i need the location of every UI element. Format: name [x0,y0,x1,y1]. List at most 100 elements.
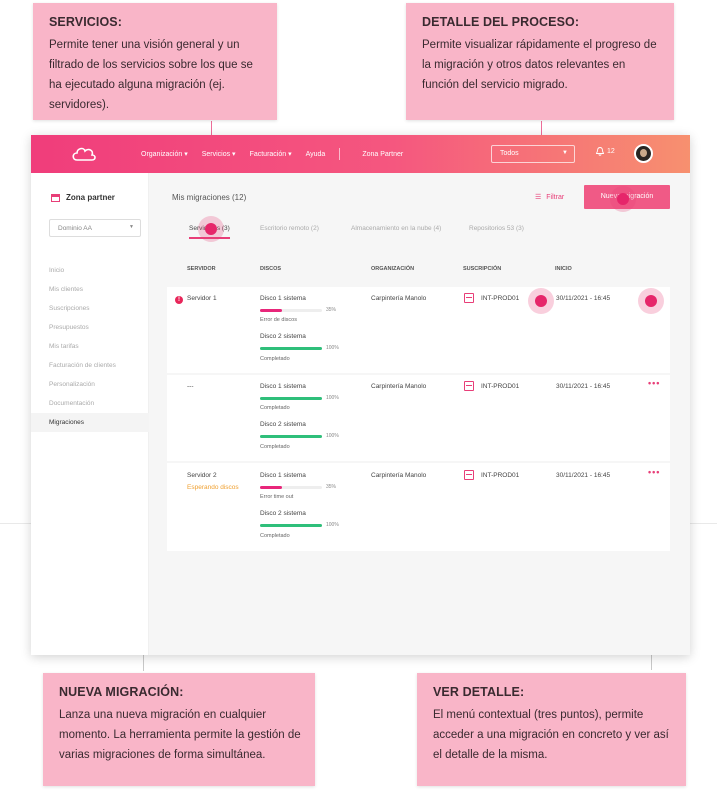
avatar[interactable] [634,144,653,163]
disk-state: Completado [260,356,290,362]
disk-name: Disco 2 sistema [260,510,306,517]
disk-state: Completado [260,405,290,411]
sidebar-title: Zona partner [51,193,115,202]
disk-progress-fill [260,486,282,489]
more-options-icon[interactable]: ••• [648,378,660,388]
sidebar-item-mis-clientes[interactable]: Mis clientes [49,280,149,299]
callout-text: Permite tener una visión general y un fi… [49,39,253,111]
server-name: Servidor 2 [187,472,217,479]
disk-progress [260,309,322,312]
sidebar-item-documentacion[interactable]: Documentación [49,394,149,413]
server-icon [464,470,474,480]
disk-progress [260,486,322,489]
filter-label: Filtrar [546,194,565,201]
tab-almacenamiento[interactable]: Almacenamiento en la nube (4) [351,225,441,232]
disk-state: Error de discos [260,317,297,323]
callout-title: DETALLE DEL PROCESO: [422,15,580,29]
nav-facturacion[interactable]: Facturación ▾ [250,150,292,158]
nav-ayuda[interactable]: Ayuda [306,151,326,158]
sidebar-item-presupuestos[interactable]: Presupuestos [49,318,149,337]
organization: Carpintería Manolo [371,383,427,390]
subscription: INT-PROD01 [481,383,520,390]
table-row[interactable]: --- Disco 1 sistema 100% Completado Disc… [167,375,670,461]
disk-progress-fill [260,397,322,400]
disk-percent: 100% [326,522,339,528]
main-nav: Organización ▾ Servicios ▾ Facturación ▾… [141,135,403,173]
table-row[interactable]: ! Servidor 1 Disco 1 sistema 35% Error d… [167,287,670,373]
hotspot-servicios [198,216,224,242]
start-date: 30/11/2021 - 16:45 [556,383,611,390]
disk-name: Disco 1 sistema [260,383,306,390]
disk-state: Error time out [260,494,294,500]
app-window: Organización ▾ Servicios ▾ Facturación ▾… [31,135,690,655]
nav-servicios[interactable]: Servicios ▾ [202,150,236,158]
notifications-button[interactable]: 12 [596,147,615,156]
sidebar-item-mis-tarifas[interactable]: Mis tarifas [49,337,149,356]
hotspot-detalle [528,288,554,314]
sidebar-item-personalizacion[interactable]: Personalización [49,375,149,394]
disk-progress-fill [260,435,322,438]
status-badge: Esperando discos [187,484,239,491]
error-icon: ! [175,296,183,304]
disk-name: Disco 1 sistema [260,295,306,302]
main-content: Mis migraciones (12) ☰ Filtrar Nueva migr… [149,173,690,655]
column-header-suscripcion: SUSCRIPCIÓN [463,266,502,272]
notifications-count: 12 [607,148,615,155]
disk-percent: 35% [326,307,337,313]
partner-icon [51,193,60,202]
sidebar-title-label: Zona partner [66,193,115,202]
disk-progress-fill [260,347,322,350]
disk-percent: 100% [326,433,339,439]
column-header-servidor: SERVIDOR [187,266,216,272]
chevron-down-icon: ▼ [129,224,134,230]
organization: Carpintería Manolo [371,472,427,479]
callout-title: NUEVA MIGRACIÓN: [59,685,184,699]
scope-select[interactable]: Todos ▼ [491,145,575,163]
disk-name: Disco 1 sistema [260,472,306,479]
server-name: Servidor 1 [187,295,217,302]
server-name: --- [187,383,194,390]
disk-name: Disco 2 sistema [260,421,306,428]
disk-percent: 100% [326,345,339,351]
tab-repositorios[interactable]: Repositorios 53 (3) [469,225,524,232]
bell-icon [596,147,604,156]
page-title: Mis migraciones (12) [172,193,247,202]
more-options-icon[interactable]: ••• [648,467,660,477]
subscription: INT-PROD01 [481,295,520,302]
start-date: 30/11/2021 - 16:45 [556,295,611,302]
disk-state: Completado [260,533,290,539]
sidebar-item-migraciones[interactable]: Migraciones [31,413,149,432]
sidebar-item-facturacion-clientes[interactable]: Facturación de clientes [49,356,149,375]
chevron-down-icon: ▼ [562,150,568,156]
callout-text: Lanza una nueva migración en cualquier m… [59,709,301,761]
filter-icon: ☰ [535,194,542,201]
callout-text: Permite visualizar rápidamente el progre… [422,39,657,91]
callout-title: SERVICIOS: [49,15,123,29]
domain-select[interactable]: Dominio AA ▼ [49,219,141,237]
sidebar-item-inicio[interactable]: Inicio [49,261,149,280]
callout-detalle: DETALLE DEL PROCESO: Permite visualizar … [406,3,674,120]
disk-progress [260,524,322,527]
sidebar-item-suscripciones[interactable]: Suscripciones [49,299,149,318]
top-navbar: Organización ▾ Servicios ▾ Facturación ▾… [31,135,690,173]
tab-escritorio-remoto[interactable]: Escritorio remoto (2) [260,225,319,232]
callout-ver-detalle: VER DETALLE: El menú contextual (tres pu… [417,673,686,786]
scope-select-value: Todos [500,150,519,157]
nav-organizacion[interactable]: Organización ▾ [141,150,188,158]
nav-separator [339,148,341,160]
callout-text: El menú contextual (tres puntos), permit… [433,709,669,761]
organization: Carpintería Manolo [371,295,427,302]
callout-nueva-migracion: NUEVA MIGRACIÓN: Lanza una nueva migraci… [43,673,315,786]
sidebar: Zona partner Dominio AA ▼ Inicio Mis cli… [31,173,149,655]
server-icon [464,381,474,391]
service-tabs: Servidores (3) Escritorio remoto (2) Alm… [172,225,670,243]
domain-select-value: Dominio AA [58,225,92,232]
table-row[interactable]: Servidor 2 Esperando discos Disco 1 sist… [167,463,670,551]
subscription: INT-PROD01 [481,472,520,479]
disk-percent: 35% [326,484,337,490]
disk-progress-fill [260,309,282,312]
disk-progress [260,435,322,438]
column-header-inicio: INICIO [555,266,572,272]
nav-zona-partner[interactable]: Zona Partner [362,151,403,158]
filter-button[interactable]: ☰ Filtrar [535,193,564,201]
